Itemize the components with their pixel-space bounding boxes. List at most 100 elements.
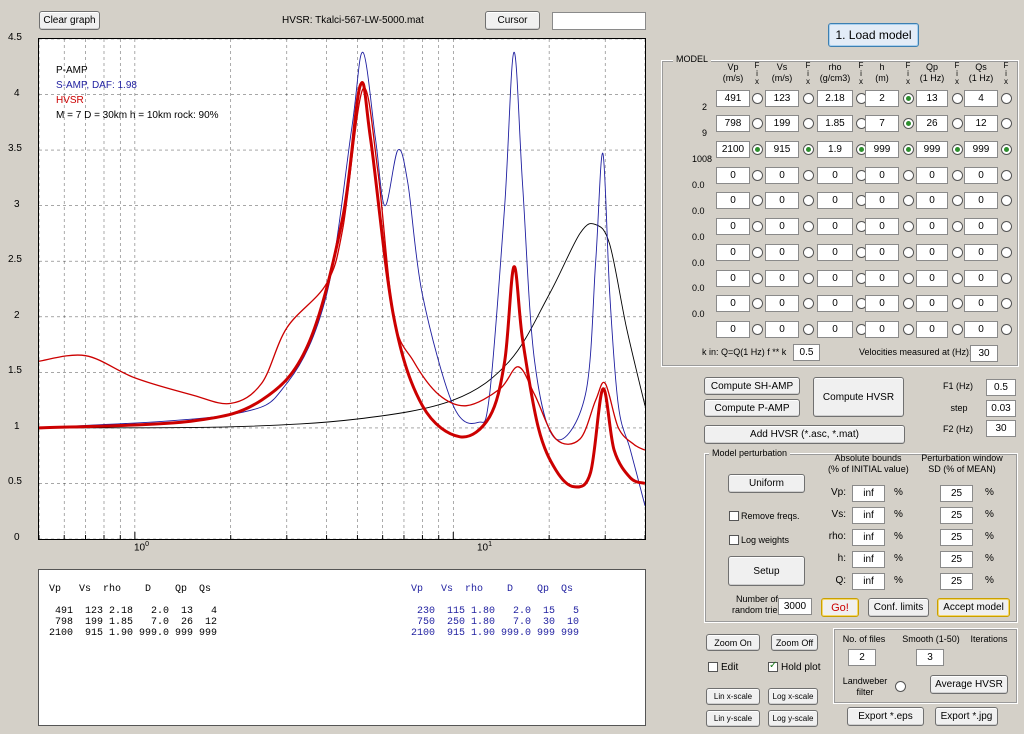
model-cell[interactable]: 0 — [964, 167, 998, 184]
model-cell[interactable]: 0 — [765, 218, 799, 235]
compute-sh-amp-button[interactable]: Compute SH-AMP — [704, 377, 800, 395]
cursor-button[interactable]: Cursor — [485, 11, 540, 30]
model-cell[interactable]: 0 — [964, 218, 998, 235]
fix-radio[interactable] — [803, 144, 814, 155]
model-cell[interactable]: 0 — [916, 244, 948, 261]
model-cell[interactable]: 0 — [817, 295, 853, 312]
model-cell[interactable]: 123 — [765, 90, 799, 107]
model-cell[interactable]: 4 — [964, 90, 998, 107]
clear-graph-button[interactable]: Clear graph — [39, 11, 100, 30]
model-cell[interactable]: 999 — [865, 141, 899, 158]
log-x-scale-button[interactable]: Log x-scale — [768, 688, 818, 705]
model-cell[interactable]: 1.85 — [817, 115, 853, 132]
model-cell[interactable]: 0 — [964, 321, 998, 338]
smooth-field[interactable]: 3 — [916, 649, 944, 666]
fix-radio[interactable] — [903, 195, 914, 206]
fix-radio[interactable] — [903, 118, 914, 129]
fix-radio[interactable] — [752, 247, 763, 258]
model-cell[interactable]: 0 — [865, 244, 899, 261]
fix-radio[interactable] — [803, 298, 814, 309]
fix-radio[interactable] — [952, 93, 963, 104]
model-cell[interactable]: 0 — [716, 244, 750, 261]
k-field[interactable]: 0.5 — [793, 344, 820, 361]
model-cell[interactable]: 0 — [765, 270, 799, 287]
perturb-window-field[interactable]: 25 — [940, 485, 973, 502]
step-field[interactable]: 0.03 — [986, 400, 1016, 417]
velocities-field[interactable]: 30 — [970, 345, 998, 362]
fix-radio[interactable] — [803, 118, 814, 129]
lin-x-scale-button[interactable]: Lin x-scale — [706, 688, 760, 705]
fix-radio[interactable] — [903, 170, 914, 181]
model-cell[interactable]: 0 — [765, 192, 799, 209]
model-cell[interactable]: 999 — [964, 141, 998, 158]
hvsr-plot[interactable]: P-AMP S-AMP, DAF: 1.98 HVSR M = 7 D = 30… — [38, 38, 646, 540]
export-jpg-button[interactable]: Export *.jpg — [935, 707, 998, 726]
compute-hvsr-button[interactable]: Compute HVSR — [813, 377, 904, 417]
fix-radio[interactable] — [903, 247, 914, 258]
model-cell[interactable]: 0 — [817, 167, 853, 184]
fix-radio[interactable] — [952, 118, 963, 129]
model-cell[interactable]: 0 — [916, 192, 948, 209]
fix-radio[interactable] — [752, 144, 763, 155]
remove-freqs-checkbox[interactable] — [729, 511, 739, 521]
fix-radio[interactable] — [952, 170, 963, 181]
model-cell[interactable]: 0 — [916, 270, 948, 287]
fix-radio[interactable] — [903, 93, 914, 104]
model-cell[interactable]: 0 — [716, 321, 750, 338]
model-cell[interactable]: 491 — [716, 90, 750, 107]
fix-radio[interactable] — [803, 273, 814, 284]
fix-radio[interactable] — [1001, 247, 1012, 258]
export-eps-button[interactable]: Export *.eps — [847, 707, 924, 726]
accept-model-button[interactable]: Accept model — [937, 598, 1010, 617]
model-cell[interactable]: 0 — [865, 192, 899, 209]
fix-radio[interactable] — [903, 144, 914, 155]
fix-radio[interactable] — [903, 273, 914, 284]
abs-bound-field[interactable]: inf — [852, 573, 885, 590]
fix-radio[interactable] — [952, 195, 963, 206]
fix-radio[interactable] — [952, 298, 963, 309]
f1-field[interactable]: 0.5 — [986, 379, 1016, 396]
model-cell[interactable]: 0 — [765, 295, 799, 312]
fix-radio[interactable] — [952, 324, 963, 335]
model-cell[interactable]: 0 — [964, 192, 998, 209]
perturb-window-field[interactable]: 25 — [940, 573, 973, 590]
abs-bound-field[interactable]: inf — [852, 551, 885, 568]
fix-radio[interactable] — [1001, 118, 1012, 129]
fix-radio[interactable] — [952, 144, 963, 155]
fix-radio[interactable] — [903, 298, 914, 309]
abs-bound-field[interactable]: inf — [852, 485, 885, 502]
model-cell[interactable]: 0 — [964, 244, 998, 261]
fix-radio[interactable] — [752, 195, 763, 206]
fix-radio[interactable] — [752, 298, 763, 309]
fix-radio[interactable] — [752, 273, 763, 284]
model-cell[interactable]: 7 — [865, 115, 899, 132]
fix-radio[interactable] — [952, 273, 963, 284]
model-cell[interactable]: 0 — [716, 270, 750, 287]
fix-radio[interactable] — [752, 118, 763, 129]
log-weights-checkbox[interactable] — [729, 535, 739, 545]
model-cell[interactable]: 0 — [817, 218, 853, 235]
random-tries-field[interactable]: 3000 — [778, 598, 812, 615]
zoom-off-button[interactable]: Zoom Off — [771, 634, 818, 651]
model-cell[interactable]: 0 — [817, 192, 853, 209]
model-cell[interactable]: 0 — [865, 270, 899, 287]
model-cell[interactable]: 798 — [716, 115, 750, 132]
model-cell[interactable]: 26 — [916, 115, 948, 132]
model-cell[interactable]: 0 — [916, 295, 948, 312]
fix-radio[interactable] — [752, 93, 763, 104]
model-cell[interactable]: 0 — [765, 167, 799, 184]
fix-radio[interactable] — [952, 221, 963, 232]
model-cell[interactable]: 2100 — [716, 141, 750, 158]
go-button[interactable]: Go! — [821, 598, 859, 617]
model-cell[interactable]: 2.18 — [817, 90, 853, 107]
fix-radio[interactable] — [752, 324, 763, 335]
load-model-button[interactable]: 1. Load model — [828, 23, 919, 47]
fix-radio[interactable] — [803, 324, 814, 335]
fix-radio[interactable] — [1001, 144, 1012, 155]
fix-radio[interactable] — [1001, 221, 1012, 232]
fix-radio[interactable] — [1001, 93, 1012, 104]
model-cell[interactable]: 0 — [817, 244, 853, 261]
fix-radio[interactable] — [903, 221, 914, 232]
no-of-files-field[interactable]: 2 — [848, 649, 876, 666]
fix-radio[interactable] — [1001, 298, 1012, 309]
